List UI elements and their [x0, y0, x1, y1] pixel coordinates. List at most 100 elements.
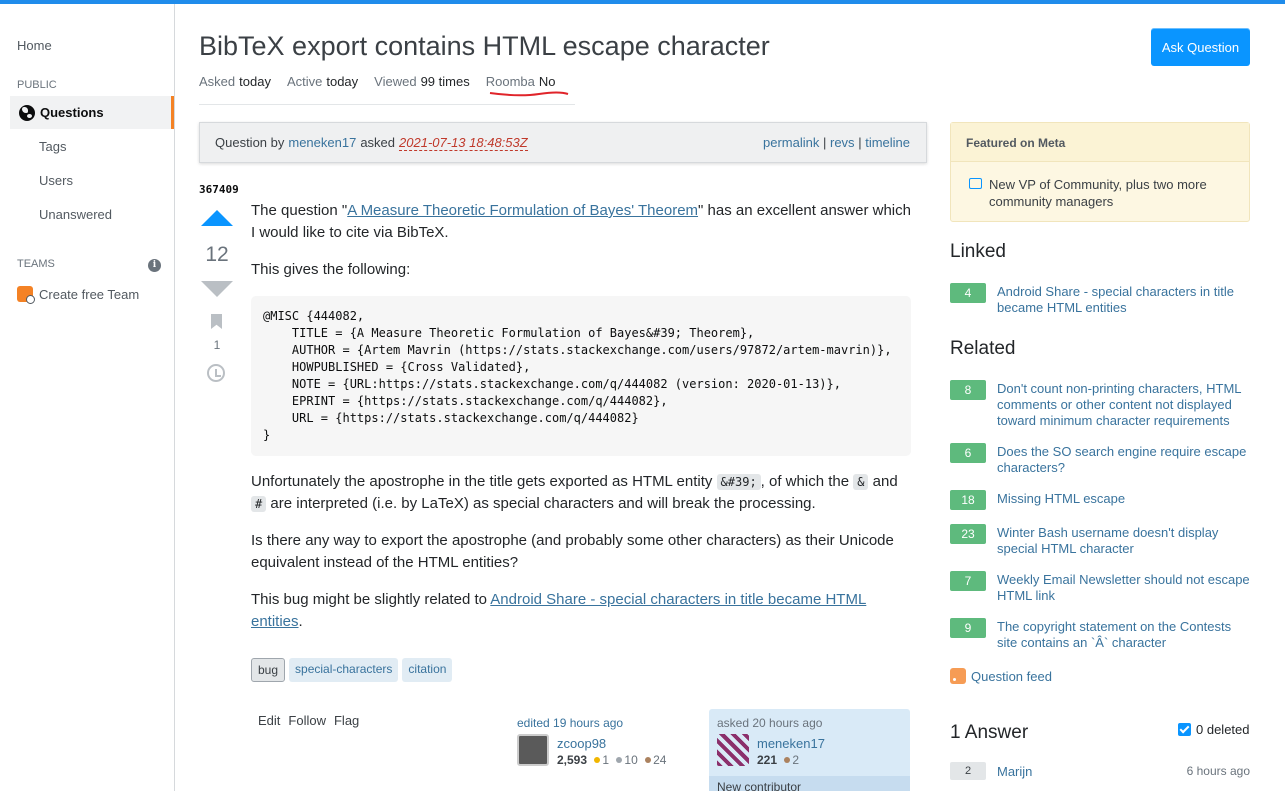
related-heading: Related: [950, 338, 1016, 359]
related-title[interactable]: Weekly Email Newsletter should not escap…: [997, 572, 1250, 604]
list-item[interactable]: 7 Weekly Email Newsletter should not esc…: [950, 571, 1250, 604]
globe-icon: [19, 104, 35, 121]
meta-divider: [199, 104, 575, 105]
active-label: Active: [286, 74, 323, 89]
upvote-button[interactable]: [201, 210, 233, 226]
history-icon[interactable]: [207, 364, 225, 382]
question-body: The question "A Measure Theoretic Formul…: [251, 200, 911, 648]
list-item[interactable]: 6 Does the SO search engine require esca…: [950, 443, 1250, 476]
roomba-label: Roomba: [485, 74, 535, 89]
bayes-question-link[interactable]: A Measure Theoretic Formulation of Bayes…: [347, 202, 698, 219]
nav-users[interactable]: Users: [39, 173, 73, 188]
follow-link[interactable]: Follow: [288, 713, 326, 728]
roomba-value: No: [538, 74, 556, 89]
list-item[interactable]: 18 Missing HTML escape: [950, 490, 1250, 510]
viewed-label: Viewed: [374, 74, 417, 89]
downvote-button[interactable]: [201, 281, 233, 297]
linked-title[interactable]: Android Share - special characters in ti…: [997, 284, 1250, 316]
ask-question-button[interactable]: Ask Question: [1151, 28, 1250, 66]
featured-item[interactable]: New VP of Community, plus two more commu…: [951, 162, 1249, 210]
silver-count: 10: [624, 753, 638, 767]
inline-code: #: [251, 496, 267, 512]
info-icon[interactable]: i: [148, 259, 161, 272]
chat-icon: [969, 178, 982, 189]
tag-bug[interactable]: bug: [251, 658, 286, 682]
related-score: 7: [950, 571, 986, 591]
permalink-link[interactable]: permalink: [763, 135, 819, 150]
body-paragraph-3: Unfortunately the apostrophe in the titl…: [251, 471, 911, 515]
list-item[interactable]: 8 Don't count non-printing characters, H…: [950, 380, 1250, 429]
active-value: today: [326, 74, 359, 89]
nav-home[interactable]: Home: [17, 38, 52, 53]
nav-questions[interactable]: Questions: [10, 96, 174, 129]
answer-user-link[interactable]: Marijn: [997, 764, 1032, 779]
deleted-toggle[interactable]: 0 deleted: [1178, 722, 1250, 737]
related-title[interactable]: The copyright statement on the Contests …: [997, 619, 1250, 651]
edit-link[interactable]: Edit: [258, 713, 280, 728]
owner-asked-label: asked 20 hours ago: [717, 716, 823, 730]
avatar[interactable]: [517, 734, 549, 766]
tag-citation[interactable]: citation: [402, 658, 453, 682]
featured-item-label: New VP of Community, plus two more commu…: [989, 177, 1207, 209]
related-score: 6: [950, 443, 986, 463]
question-meta: Asked today Active today Viewed 99 times…: [199, 74, 571, 89]
related-title[interactable]: Does the SO search engine require escape…: [997, 444, 1250, 476]
list-item[interactable]: 23 Winter Bash username doesn't display …: [950, 524, 1250, 557]
rss-icon: [950, 668, 966, 684]
related-title[interactable]: Winter Bash username doesn't display spe…: [997, 525, 1250, 557]
related-score: 9: [950, 618, 986, 638]
body-paragraph-5: This bug might be slightly related to An…: [251, 589, 911, 633]
related-score: 23: [950, 524, 986, 544]
text-span: .: [298, 613, 303, 630]
revs-link[interactable]: revs: [830, 135, 855, 150]
bookmark-count: 1: [213, 338, 221, 352]
banner-user-link[interactable]: meneken17: [288, 135, 356, 150]
silver-badge-icon: [616, 757, 623, 763]
bookmark-icon[interactable]: [211, 314, 222, 329]
edited-timestamp-link[interactable]: edited 19 hours ago: [517, 716, 623, 730]
related-title[interactable]: Don't count non-printing characters, HTM…: [997, 381, 1250, 429]
question-feed-label: Question feed: [971, 668, 1052, 684]
text-span: , of which the: [760, 473, 854, 490]
related-score: 18: [950, 490, 986, 510]
vote-count: 12: [205, 243, 229, 266]
viewed-value: 99 times: [420, 74, 470, 89]
body-paragraph-2: This gives the following:: [251, 261, 411, 278]
question-id: 367409: [199, 183, 239, 196]
answer-summary-row[interactable]: 2 Marijn 6 hours ago: [950, 762, 1250, 780]
list-item[interactable]: 4 Android Share - special characters in …: [950, 283, 1250, 316]
owner-name-link[interactable]: meneken17: [757, 736, 825, 751]
body-paragraph-4: Is there any way to export the apostroph…: [251, 532, 894, 571]
answer-time: 6 hours ago: [1186, 764, 1250, 778]
top-accent-bar: [0, 0, 1285, 4]
question-feed-link[interactable]: Question feed: [950, 668, 1052, 684]
linked-list: 4 Android Share - special characters in …: [950, 283, 1250, 330]
create-team-link[interactable]: Create free Team: [17, 286, 139, 304]
flag-link[interactable]: Flag: [334, 713, 359, 728]
featured-title: Featured on Meta: [951, 123, 1249, 162]
roomba-underline: [489, 91, 569, 97]
sep-1: |: [822, 135, 827, 150]
nav-tags[interactable]: Tags: [39, 139, 66, 154]
answers-heading: 1 Answer: [950, 722, 1029, 743]
avatar[interactable]: [717, 734, 749, 766]
related-title[interactable]: Missing HTML escape: [997, 491, 1125, 507]
tag-special-characters[interactable]: special-characters: [289, 658, 399, 682]
gold-count: 1: [602, 753, 610, 767]
question-info-banner: Question by meneken17 asked 2021-07-13 1…: [199, 122, 927, 163]
checkbox-icon[interactable]: [1178, 723, 1191, 736]
nav-unanswered[interactable]: Unanswered: [39, 207, 112, 222]
related-score: 8: [950, 380, 986, 400]
text-span: This bug might be slightly related to: [251, 591, 491, 608]
list-item[interactable]: 9 The copyright statement on the Contest…: [950, 618, 1250, 651]
text-span: Unfortunately the apostrophe in the titl…: [251, 473, 717, 490]
related-list: 8 Don't count non-printing characters, H…: [950, 380, 1250, 665]
bronze-badge-icon: [645, 757, 652, 763]
banner-asked: asked: [360, 135, 396, 150]
asked-value: today: [239, 74, 271, 89]
timeline-link[interactable]: timeline: [865, 135, 910, 150]
editor-name-link[interactable]: zcoop98: [557, 736, 606, 751]
question-title[interactable]: BibTeX export contains HTML escape chara…: [199, 31, 770, 62]
text-span: and: [868, 473, 898, 490]
asked-label: Asked: [199, 74, 236, 89]
